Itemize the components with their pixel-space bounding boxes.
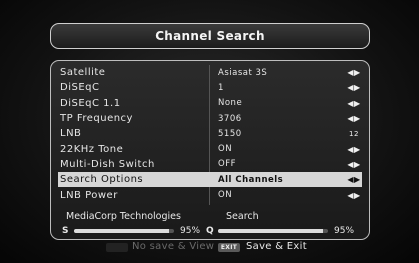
settings-list: Satellite Asiasat 3S ◀▶ DiSEqC 1 ◀▶ DiSEqC 1.1… bbox=[58, 65, 363, 203]
row-value: ON bbox=[218, 190, 233, 201]
page-title: Channel Search bbox=[50, 23, 370, 49]
settings-row[interactable]: Multi-Dish Switch OFF ◀▶ bbox=[58, 157, 362, 172]
signal-bars: S 95% Q 95% bbox=[62, 226, 362, 236]
left-right-arrow-icon[interactable]: ◀▶ bbox=[346, 145, 362, 154]
quality-percent: 95% bbox=[334, 226, 355, 236]
left-right-arrow-icon[interactable]: ◀▶ bbox=[346, 175, 362, 184]
left-right-arrow-icon[interactable]: ◀▶ bbox=[346, 114, 362, 123]
left-right-arrow-icon[interactable]: ◀▶ bbox=[346, 83, 362, 92]
left-right-arrow-icon[interactable]: ◀▶ bbox=[346, 99, 362, 108]
settings-row[interactable]: Search Options All Channels ◀▶ bbox=[58, 172, 362, 188]
no-save-view-label: No save & View bbox=[132, 241, 215, 252]
row-label: LNB Power bbox=[60, 189, 118, 201]
satellite-name: MediaCorp Technologies bbox=[66, 211, 181, 222]
left-right-arrow-icon[interactable]: ◀▶ bbox=[346, 160, 362, 169]
settings-row[interactable]: LNB 5150 123 bbox=[58, 126, 363, 141]
row-label: Satellite bbox=[60, 67, 106, 79]
strength-percent: 95% bbox=[180, 226, 201, 236]
left-right-arrow-icon[interactable]: ◀▶ bbox=[346, 68, 362, 77]
row-label: TP Frequency bbox=[60, 113, 133, 125]
red-key-icon[interactable] bbox=[106, 243, 128, 252]
search-mode-label: Search bbox=[226, 211, 259, 222]
settings-row[interactable]: 22KHz Tone ON ◀▶ bbox=[58, 141, 362, 156]
svg-text:123: 123 bbox=[349, 130, 359, 138]
row-value: 1 bbox=[218, 82, 224, 93]
row-label: Multi-Dish Switch bbox=[60, 158, 155, 170]
row-label: DiSEqC 1.1 bbox=[60, 97, 121, 109]
row-label: LNB bbox=[60, 128, 82, 140]
settings-row[interactable]: DiSEqC 1.1 None ◀▶ bbox=[58, 96, 362, 111]
quality-bar bbox=[218, 229, 328, 233]
row-value: ON bbox=[218, 144, 233, 155]
quality-bar-fill bbox=[218, 229, 323, 233]
strength-label: S bbox=[62, 226, 69, 236]
save-exit-label: Save & Exit bbox=[246, 241, 307, 252]
settings-row[interactable]: Satellite Asiasat 3S ◀▶ bbox=[58, 65, 362, 80]
row-value: 3706 bbox=[218, 113, 242, 124]
quality-label: Q bbox=[206, 226, 214, 236]
row-value: None bbox=[218, 98, 243, 109]
row-value: 5150 bbox=[218, 128, 242, 139]
row-label: 22KHz Tone bbox=[60, 143, 124, 155]
strength-bar bbox=[74, 229, 174, 233]
keypad-icon[interactable]: 123 bbox=[346, 128, 363, 140]
screen-background: Channel Search Satellite Asiasat 3S ◀▶ DiSE… bbox=[0, 0, 419, 263]
settings-row[interactable]: LNB Power ON ◀▶ bbox=[58, 187, 362, 202]
row-value: OFF bbox=[218, 159, 236, 170]
strength-bar-fill bbox=[74, 229, 169, 233]
exit-key-icon[interactable]: EXIT bbox=[218, 243, 240, 252]
settings-row[interactable]: DiSEqC 1 ◀▶ bbox=[58, 80, 362, 95]
row-value: Asiasat 3S bbox=[218, 67, 268, 78]
row-label: Search Options bbox=[60, 174, 144, 186]
row-value: All Channels bbox=[218, 174, 284, 185]
left-right-arrow-icon[interactable]: ◀▶ bbox=[346, 191, 362, 200]
footer-bar: No save & View EXIT Save & Exit bbox=[50, 241, 368, 255]
settings-row[interactable]: TP Frequency 3706 ◀▶ bbox=[58, 111, 362, 126]
row-label: DiSEqC bbox=[60, 82, 100, 94]
info-line: MediaCorp Technologies Search bbox=[58, 211, 362, 222]
